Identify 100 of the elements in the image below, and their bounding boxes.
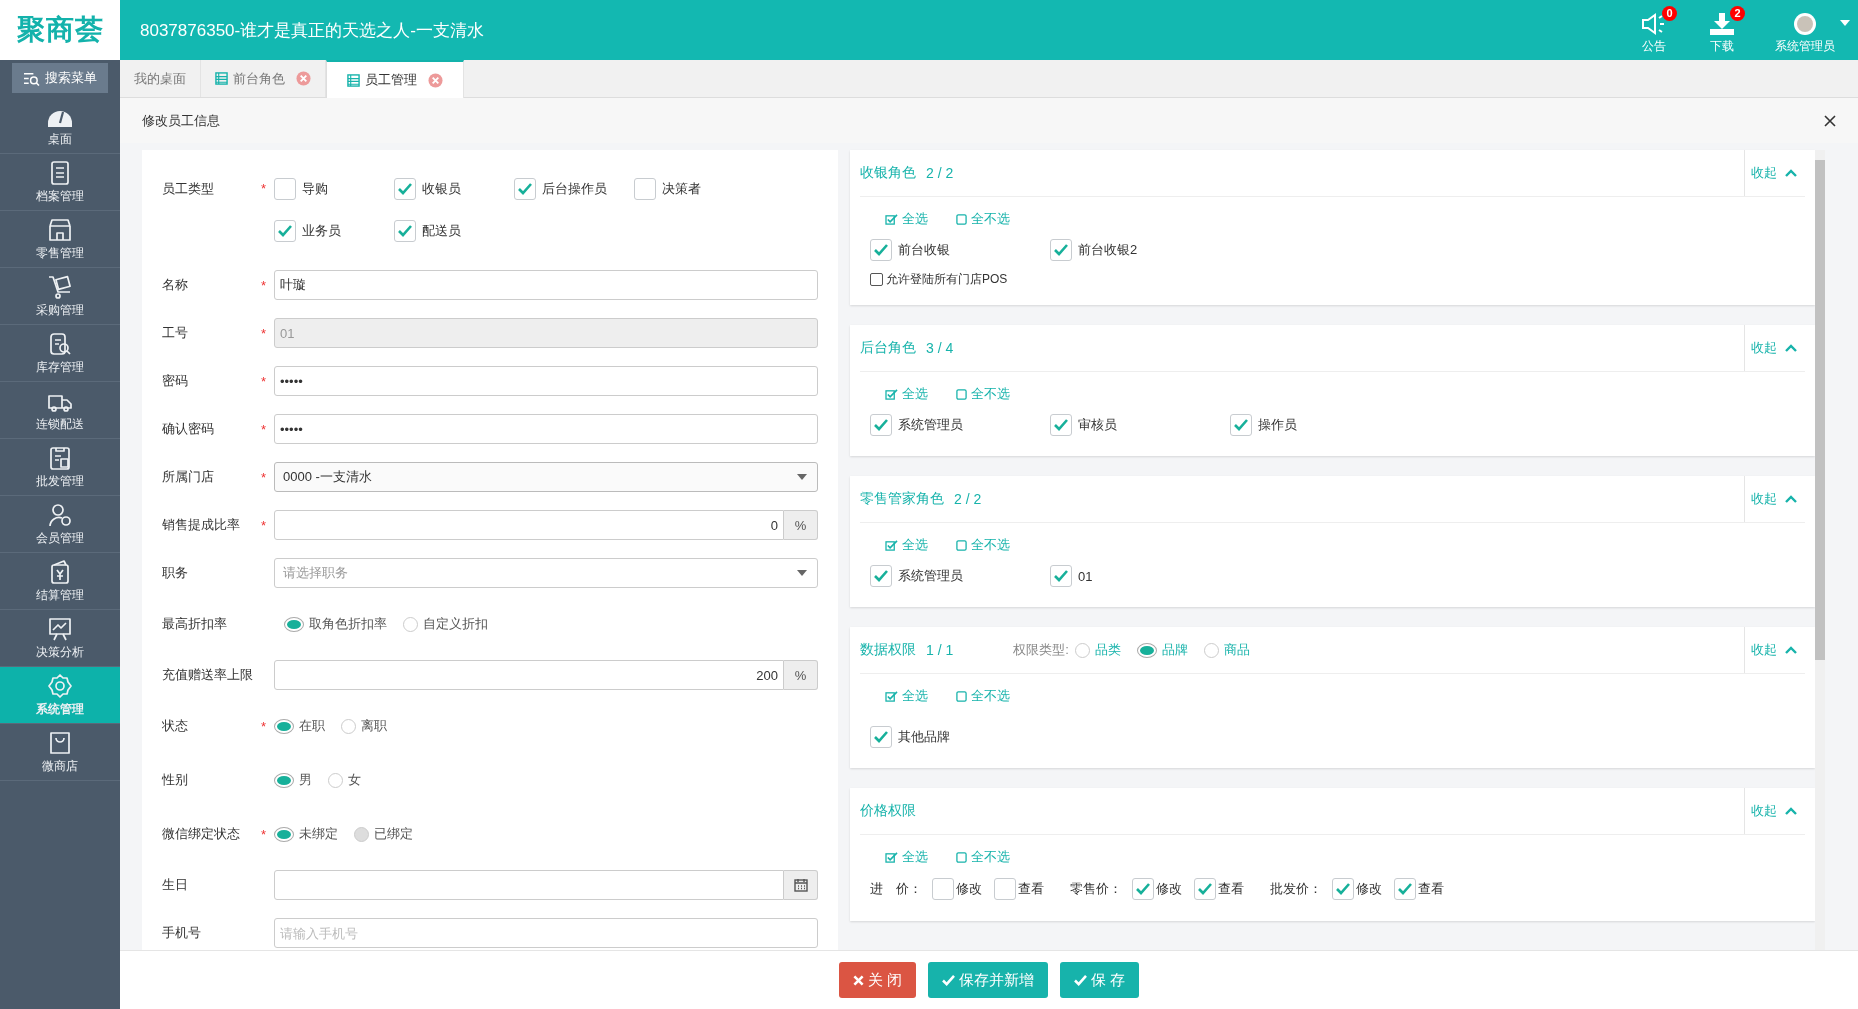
- field-label: 手机号: [162, 924, 202, 942]
- unit-addon: %: [784, 510, 818, 540]
- checkbox-option[interactable]: 审核员: [1050, 414, 1230, 436]
- required-mark: *: [261, 277, 268, 293]
- checkbox-option[interactable]: 查看: [1394, 878, 1444, 900]
- checkbox-option[interactable]: 其他品牌: [870, 726, 1050, 748]
- field-label: 员工类型: [162, 180, 215, 198]
- field-label: 微信绑定状态: [162, 825, 241, 843]
- field-label: 名称: [162, 276, 189, 294]
- text-field[interactable]: 请输入手机号: [274, 918, 818, 948]
- header-action-button[interactable]: 2 下载: [1692, 5, 1752, 55]
- check-icon: [874, 244, 888, 256]
- bag-icon: [47, 729, 73, 756]
- radio-option[interactable]: 未绑定: [274, 825, 338, 843]
- panel-title: 修改员工信息: [142, 111, 220, 130]
- check-icon: [1054, 244, 1068, 256]
- check-icon: [1054, 419, 1068, 431]
- required-mark: *: [261, 517, 268, 533]
- checkbox-option[interactable]: 前台收银2: [1050, 239, 1230, 261]
- calendar-button[interactable]: [784, 870, 818, 900]
- field-label: 生日: [162, 876, 189, 894]
- checkbox-option[interactable]: 修改: [1132, 878, 1182, 900]
- radio-option[interactable]: 女: [328, 771, 361, 789]
- radio-option[interactable]: 离职: [341, 717, 387, 735]
- company-title: 8037876350-谁才是真正的天选之人-一支清水: [140, 19, 485, 42]
- checkbox-option[interactable]: 后台操作员: [514, 168, 634, 210]
- radio-option[interactable]: 取角色折扣率: [284, 615, 387, 633]
- number-field[interactable]: 200: [274, 660, 784, 690]
- radio-option[interactable]: 男: [274, 771, 312, 789]
- scrollbar[interactable]: [1815, 150, 1825, 950]
- checked-square-icon: [885, 851, 898, 863]
- square-icon: [956, 539, 967, 551]
- tab[interactable]: 我的桌面: [120, 60, 201, 97]
- checkbox-option[interactable]: 业务员: [274, 210, 394, 252]
- checkbox-option[interactable]: 系统管理员: [870, 414, 1050, 436]
- checkbox-option[interactable]: 配送员: [394, 210, 514, 252]
- notification-badge: 2: [1730, 5, 1745, 21]
- selection-count: 2 / 2: [954, 491, 982, 507]
- search-menu-button[interactable]: 搜索菜单: [12, 63, 108, 93]
- check-icon: [1054, 570, 1068, 582]
- text-field[interactable]: •••••: [274, 414, 818, 444]
- card-title: 数据权限: [860, 641, 916, 659]
- footer-button[interactable]: 关 闭: [838, 962, 916, 998]
- card-title: 收银角色: [860, 164, 916, 182]
- field-label: 职务: [162, 564, 189, 582]
- user-icon: [47, 501, 73, 528]
- checkbox-option[interactable]: 查看: [994, 878, 1044, 900]
- check-icon: [874, 731, 888, 743]
- field-label: 最高折扣率: [162, 615, 228, 633]
- checkbox-option[interactable]: 允许登陆所有门店POS: [870, 267, 1795, 291]
- checkbox-option[interactable]: 修改: [1332, 878, 1382, 900]
- selection-count: 3 / 4: [926, 340, 954, 356]
- text-field[interactable]: •••••: [274, 366, 818, 396]
- text-field[interactable]: 叶璇: [274, 270, 818, 300]
- checkbox-option[interactable]: 修改: [932, 878, 982, 900]
- checkbox-option[interactable]: 查看: [1194, 878, 1244, 900]
- radio-option[interactable]: 在职: [274, 717, 325, 735]
- check-icon: [398, 225, 412, 237]
- close-icon[interactable]: [1824, 114, 1836, 127]
- radio-option[interactable]: 自定义折扣: [403, 615, 488, 633]
- check-icon: [942, 974, 955, 986]
- checkbox-option[interactable]: 收银员: [394, 168, 514, 210]
- tab[interactable]: 员工管理: [326, 60, 464, 98]
- avatar-icon: [1793, 11, 1817, 36]
- table-icon: [215, 72, 228, 85]
- notification-badge: 0: [1662, 5, 1677, 21]
- square-icon: [956, 388, 967, 400]
- check-icon: [874, 570, 888, 582]
- caret-icon: [797, 570, 807, 576]
- field-label: 状态: [162, 717, 189, 735]
- checkbox-option[interactable]: 前台收银: [870, 239, 1050, 261]
- field-label: 工号: [162, 324, 189, 342]
- square-icon: [956, 851, 967, 863]
- store-icon: [47, 216, 73, 243]
- number-field[interactable]: 0: [274, 510, 784, 540]
- checkbox-option[interactable]: 系统管理员: [870, 565, 1050, 587]
- check-icon: [398, 183, 412, 195]
- field-label: 销售提成比率: [162, 516, 241, 534]
- required-mark: *: [261, 826, 268, 842]
- card-title: 后台角色: [860, 339, 916, 357]
- field-label: 确认密码: [162, 420, 215, 438]
- check-icon: [1074, 974, 1087, 986]
- date-field[interactable]: [274, 870, 784, 900]
- document-search-icon: [47, 330, 73, 357]
- card-title: 价格权限: [860, 802, 916, 820]
- checkbox-option[interactable]: 01: [1050, 565, 1230, 587]
- required-mark: *: [261, 718, 268, 734]
- table-icon: [347, 73, 360, 87]
- check-icon: [1198, 883, 1212, 895]
- checkbox-option[interactable]: 决策者: [634, 168, 754, 210]
- caret-icon: [1840, 19, 1850, 26]
- field-label: 所属门店: [162, 468, 215, 486]
- checkbox-option[interactable]: 导购: [274, 168, 394, 210]
- required-mark: *: [261, 373, 268, 389]
- check-icon: [1398, 883, 1412, 895]
- checkbox-option[interactable]: 操作员: [1230, 414, 1410, 436]
- select-field[interactable]: 0000 -一支清水: [274, 462, 818, 492]
- field-label: 密码: [162, 372, 189, 390]
- download-icon: [1709, 11, 1735, 36]
- header-action-button[interactable]: 0 公告: [1624, 5, 1684, 55]
